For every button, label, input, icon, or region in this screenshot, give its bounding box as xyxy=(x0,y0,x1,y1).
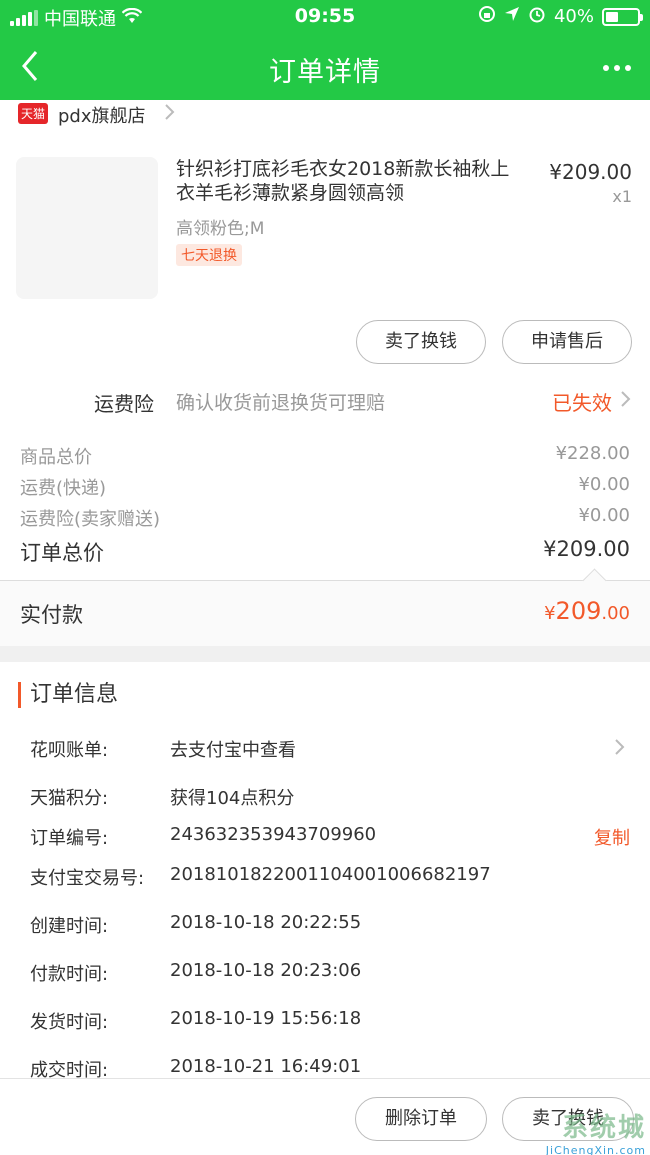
actual-payment-amount: ¥209.00 xyxy=(544,597,630,625)
return-policy-tag: 七天退换 xyxy=(176,244,242,266)
insurance-fee-value: ¥0.00 xyxy=(578,505,630,526)
shop-name: pdx旗舰店 xyxy=(58,106,146,127)
shipping-label: 运费(快递) xyxy=(20,478,107,499)
rotation-lock-icon xyxy=(478,5,496,28)
battery-icon xyxy=(602,7,643,26)
tmall-points-row: 天猫积分: 获得104点积分 xyxy=(0,781,650,811)
product-price: ¥209.00 xyxy=(549,160,632,184)
status-right: 40% xyxy=(478,5,643,28)
product-image[interactable] xyxy=(16,157,158,299)
tmall-badge: 天猫 xyxy=(18,103,49,124)
amount-decimal: .00 xyxy=(601,603,630,624)
currency-symbol: ¥ xyxy=(544,603,556,624)
info-key: 创建时间: xyxy=(30,916,109,937)
delete-order-button[interactable]: 删除订单 xyxy=(355,1097,487,1141)
amount-integer: 209 xyxy=(555,597,602,625)
chevron-right-icon xyxy=(620,385,632,419)
order-total-label: 订单总价 xyxy=(20,541,104,565)
info-value: 2018-10-19 15:56:18 xyxy=(170,1008,362,1029)
page-title: 订单详情 xyxy=(269,57,381,88)
info-key: 支付宝交易号: xyxy=(30,868,145,889)
info-key: 发货时间: xyxy=(30,1012,109,1033)
chevron-right-icon xyxy=(614,733,626,767)
info-key: 订单编号: xyxy=(30,828,109,849)
product-quantity: x1 xyxy=(612,187,632,206)
insurance-description: 确认收货前退换货可理赔 xyxy=(176,392,386,414)
product-spec: 高领粉色;M xyxy=(176,219,265,239)
insurance-fee-label: 运费险(卖家赠送) xyxy=(20,509,161,530)
info-value: 获得104点积分 xyxy=(170,788,295,809)
info-value: 去支付宝中查看 xyxy=(170,740,296,761)
info-value: 2018-10-21 16:49:01 xyxy=(170,1056,362,1077)
info-key: 花呗账单: xyxy=(30,740,109,761)
order-info-title: 订单信息 xyxy=(18,682,118,708)
top-bar: 中国联通 09:55 40% 订单详情 xyxy=(0,0,650,100)
info-key: 付款时间: xyxy=(30,964,109,985)
info-key: 天猫积分: xyxy=(30,788,109,809)
watermark-text: 系统城 xyxy=(561,1113,646,1143)
shipping-insurance-row[interactable]: 运费险 确认收货前退换货可理赔 已失效 xyxy=(0,380,650,420)
items-total-row: 商品总价 ¥228.00 xyxy=(0,440,650,471)
nav-bar: 订单详情 xyxy=(0,34,650,100)
price-summary: 商品总价 ¥228.00 运费(快递) ¥0.00 运费险(卖家赠送) ¥0.0… xyxy=(0,440,650,573)
insurance-fee-row: 运费险(卖家赠送) ¥0.00 xyxy=(0,502,650,533)
items-total-label: 商品总价 xyxy=(20,447,92,468)
product-title[interactable]: 针织衫打底衫毛衣女2018新款长袖秋上衣羊毛衫薄款紧身圆领高领 xyxy=(176,157,526,205)
order-number-row: 订单编号: 243632353943709960 复制 xyxy=(0,821,650,851)
section-divider xyxy=(0,646,650,662)
alarm-icon xyxy=(528,5,546,28)
alipay-trade-row: 支付宝交易号: 2018101822001104001006682197 xyxy=(0,861,650,891)
location-icon xyxy=(504,6,520,27)
huabei-bill-row[interactable]: 花呗账单: 去支付宝中查看 xyxy=(0,733,650,763)
bottom-action-bar: 删除订单 卖了换钱 系统城 JiChengXin.com xyxy=(0,1078,650,1155)
copy-button[interactable]: 复制 xyxy=(594,824,630,850)
items-total-value: ¥228.00 xyxy=(555,443,630,464)
product-card: 针织衫打底衫毛衣女2018新款长袖秋上衣羊毛衫薄款紧身圆领高领 高领粉色;M 七… xyxy=(0,130,650,380)
battery-percent: 40% xyxy=(553,6,594,27)
shipping-row: 运费(快递) ¥0.00 xyxy=(0,471,650,502)
paid-time-row: 付款时间: 2018-10-18 20:23:06 xyxy=(0,957,650,987)
shipped-time-row: 发货时间: 2018-10-19 15:56:18 xyxy=(0,1005,650,1035)
sell-for-cash-button[interactable]: 卖了换钱 xyxy=(356,320,486,364)
info-value: 2018-10-18 20:23:06 xyxy=(170,960,362,981)
info-value: 2018101822001104001006682197 xyxy=(170,864,491,885)
actual-payment-label: 实付款 xyxy=(20,603,83,627)
actual-payment-row: 实付款 ¥209.00 xyxy=(0,580,650,646)
battery-fill xyxy=(606,11,618,22)
insurance-status: 已失效 xyxy=(552,391,612,415)
apply-after-sale-button[interactable]: 申请售后 xyxy=(502,320,632,364)
order-total-value: ¥209.00 xyxy=(543,537,630,561)
shop-row[interactable]: 天猫 pdx旗舰店 xyxy=(0,100,650,130)
shipping-value: ¥0.00 xyxy=(578,474,630,495)
info-value: 243632353943709960 xyxy=(170,824,377,845)
info-value: 2018-10-18 20:22:55 xyxy=(170,912,362,933)
more-icon[interactable] xyxy=(602,50,632,78)
insurance-label: 运费险 xyxy=(94,392,154,416)
order-total-row: 订单总价 ¥209.00 xyxy=(0,533,650,573)
chevron-right-icon xyxy=(164,100,176,130)
created-time-row: 创建时间: 2018-10-18 20:22:55 xyxy=(0,909,650,939)
watermark-logo: 系统城 JiChengXin.com xyxy=(546,1107,646,1155)
watermark-url: JiChengXin.com xyxy=(545,1144,646,1155)
status-bar: 中国联通 09:55 40% xyxy=(0,0,650,34)
